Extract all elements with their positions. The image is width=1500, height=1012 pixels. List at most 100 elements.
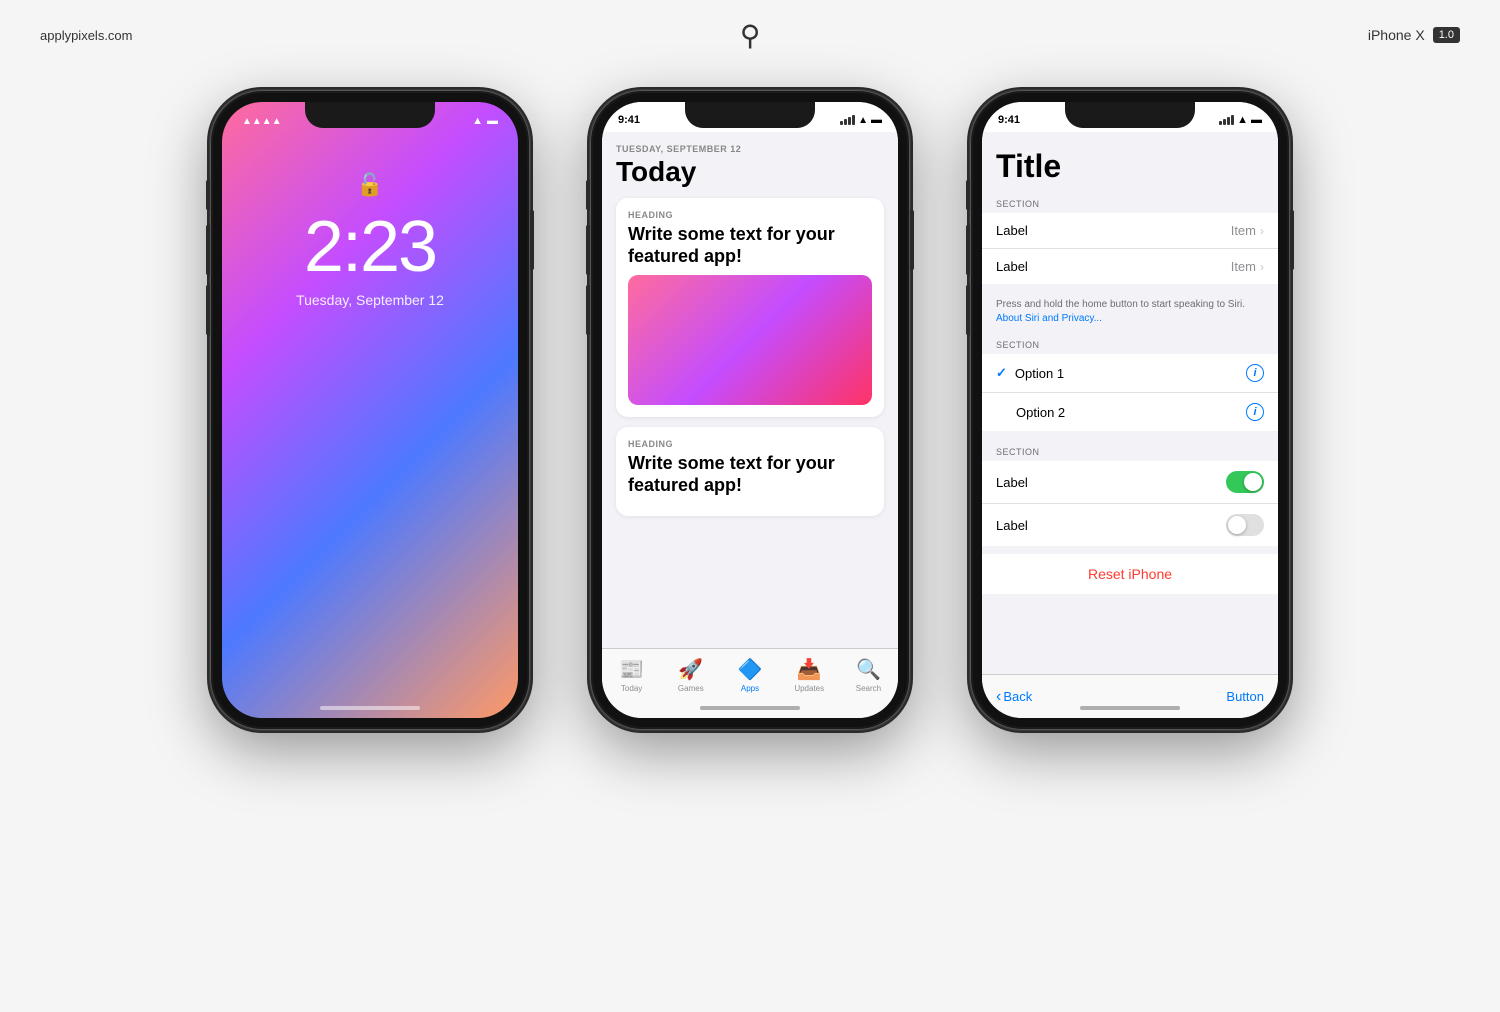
- bar4: [1231, 115, 1234, 125]
- bar1: [1219, 121, 1222, 125]
- toggle-knob: [1228, 516, 1246, 534]
- settings-wifi-icon: ▲: [1237, 114, 1248, 126]
- app-card-1: HEADING Write some text for your feature…: [616, 198, 884, 417]
- tab-search-icon: 🔍: [856, 657, 881, 682]
- tab-updates-icon: 📥: [797, 657, 822, 682]
- app-status-time: 9:41: [618, 114, 640, 126]
- row1-right: Item ›: [1231, 223, 1264, 238]
- lock-icon: 🔓: [356, 172, 383, 198]
- signal-bars: [1219, 115, 1234, 125]
- tab-updates[interactable]: 📥 Updates: [780, 657, 839, 693]
- tab-apps-icon: 🔷: [738, 657, 763, 682]
- home-indicator: [1080, 706, 1180, 710]
- tab-today[interactable]: 📰 Today: [602, 657, 661, 693]
- lockscreen-screen: ▲▲▲▲ ▲ ▬ 🔓 2:23 Tuesday, September 12: [222, 102, 518, 718]
- tab-search[interactable]: 🔍 Search: [839, 657, 898, 693]
- checkmark-icon: ✓: [996, 365, 1007, 381]
- header: applypixels.com ⚲ iPhone X 1.0: [0, 0, 1500, 70]
- chevron-icon: ›: [1260, 224, 1264, 238]
- siri-note-text: Press and hold the home button to start …: [996, 299, 1245, 310]
- app-store-content: Tuesday, September 12 Today HEADING Writ…: [602, 132, 898, 648]
- notch: [305, 102, 435, 128]
- app-status-icons: ▲ ▬: [840, 114, 882, 126]
- wifi-icon: ▲: [858, 115, 868, 126]
- design-icon: ⚲: [740, 19, 761, 52]
- settings-nav-bar: ‹ Back Button: [982, 674, 1278, 718]
- toggle-off[interactable]: [1226, 514, 1264, 536]
- bar4: [852, 115, 855, 125]
- toggle2-label: Label: [996, 518, 1028, 533]
- option2-label: Option 2: [1016, 405, 1065, 420]
- row2-right: Item ›: [1231, 259, 1264, 274]
- tab-games-icon: 🚀: [678, 657, 703, 682]
- settings-row-option2[interactable]: Option 2 i: [982, 393, 1278, 431]
- tab-apps-label: Apps: [741, 684, 759, 693]
- option1-left: ✓ Option 1: [996, 365, 1064, 381]
- row2-label: Label: [996, 259, 1028, 274]
- tab-today-label: Today: [621, 684, 642, 693]
- lock-signal: ▲▲▲▲: [242, 116, 282, 127]
- siri-link[interactable]: About Siri and Privacy...: [996, 313, 1102, 324]
- info-btn-option1[interactable]: i: [1246, 364, 1264, 382]
- appstore-screen: 9:41 ▲ ▬ Tuesday, September 12: [602, 102, 898, 718]
- row1-label: Label: [996, 223, 1028, 238]
- lock-date: Tuesday, September 12: [296, 292, 444, 308]
- home-indicator: [320, 706, 420, 710]
- settings-group-3: Label Label: [982, 461, 1278, 546]
- iphone-settings: 9:41 ▲ ▬ Title: [970, 90, 1290, 730]
- settings-row-label1[interactable]: Label Item ›: [982, 213, 1278, 249]
- row2-value: Item: [1231, 259, 1256, 274]
- back-button[interactable]: ‹ Back: [996, 688, 1032, 706]
- tab-apps[interactable]: 🔷 Apps: [720, 657, 779, 693]
- notch: [685, 102, 815, 128]
- reset-button[interactable]: Reset iPhone: [1088, 566, 1172, 582]
- info-btn-option2[interactable]: i: [1246, 403, 1264, 421]
- nav-button[interactable]: Button: [1226, 689, 1264, 704]
- lock-screen-bg: ▲▲▲▲ ▲ ▬ 🔓 2:23 Tuesday, September 12: [222, 102, 518, 718]
- tab-games[interactable]: 🚀 Games: [661, 657, 720, 693]
- settings-content: SECTION Label Item › Label It: [982, 191, 1278, 674]
- app-store-date: Tuesday, September 12: [616, 144, 884, 154]
- settings-header-area: Title: [982, 132, 1278, 191]
- settings-status-time: 9:41: [998, 114, 1020, 126]
- app-store-bg: 9:41 ▲ ▬ Tuesday, September 12: [602, 102, 898, 718]
- bar2: [844, 119, 847, 125]
- iphone-lockscreen: ▲▲▲▲ ▲ ▬ 🔓 2:23 Tuesday, September 12: [210, 90, 530, 730]
- tab-search-label: Search: [856, 684, 881, 693]
- section2-label: SECTION: [982, 332, 1278, 354]
- lock-status-right: ▲ ▬: [472, 115, 498, 127]
- notch: [1065, 102, 1195, 128]
- version-badge: 1.0: [1433, 27, 1460, 43]
- settings-row-label2[interactable]: Label Item ›: [982, 249, 1278, 284]
- home-indicator: [700, 706, 800, 710]
- option2-left: Option 2: [996, 405, 1065, 420]
- card1-image: [628, 275, 872, 405]
- app-store-title: Today: [616, 156, 884, 188]
- tab-games-label: Games: [678, 684, 704, 693]
- settings-status-icons: ▲ ▬: [1219, 114, 1262, 126]
- tab-today-icon: 📰: [619, 657, 644, 682]
- logo: applypixels.com: [40, 28, 133, 43]
- settings-row-toggle1[interactable]: Label: [982, 461, 1278, 504]
- lock-time: 2:23: [304, 206, 436, 288]
- tab-updates-label: Updates: [794, 684, 824, 693]
- settings-row-option1[interactable]: ✓ Option 1 i: [982, 354, 1278, 393]
- lock-wifi: ▲: [472, 115, 483, 127]
- settings-battery-icon: ▬: [1251, 114, 1262, 126]
- toggle1-label: Label: [996, 475, 1028, 490]
- card1-text: Write some text for your featured app!: [628, 224, 872, 267]
- reset-row[interactable]: Reset iPhone: [982, 554, 1278, 594]
- settings-row-toggle2[interactable]: Label: [982, 504, 1278, 546]
- bar3: [1227, 117, 1230, 125]
- iphone-appstore: 9:41 ▲ ▬ Tuesday, September 12: [590, 90, 910, 730]
- settings-title: Title: [996, 148, 1264, 185]
- bar3: [848, 117, 851, 125]
- card2-text: Write some text for your featured app!: [628, 453, 872, 496]
- settings-group-1: Label Item › Label Item ›: [982, 213, 1278, 284]
- section3-label: SECTION: [982, 439, 1278, 461]
- bar2: [1223, 119, 1226, 125]
- signal-bars: [840, 115, 855, 125]
- toggle-on[interactable]: [1226, 471, 1264, 493]
- card2-heading: HEADING: [628, 439, 872, 449]
- card1-heading: HEADING: [628, 210, 872, 220]
